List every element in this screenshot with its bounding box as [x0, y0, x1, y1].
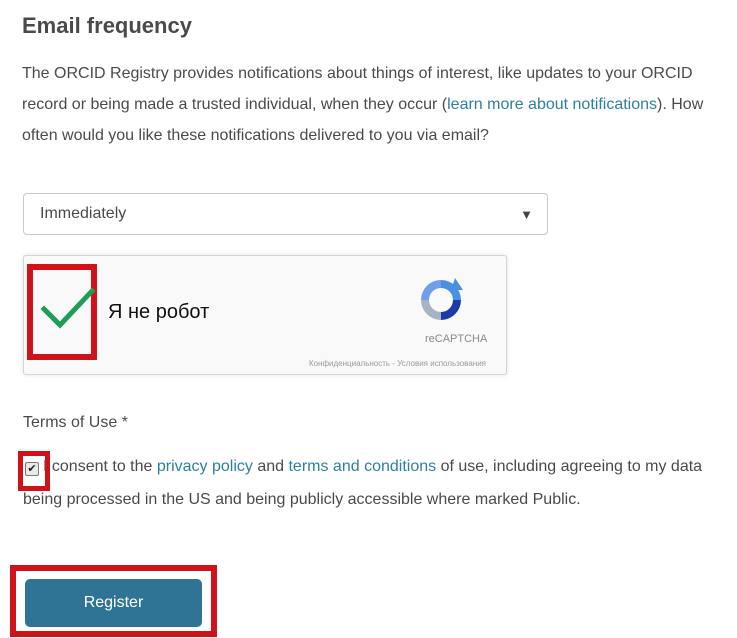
consent-text-start: I consent to the: [43, 458, 157, 475]
recaptcha-links: Конфиденциальность - Условия использован…: [150, 359, 486, 368]
email-frequency-heading: Email frequency: [22, 13, 192, 38]
register-button[interactable]: Register: [25, 579, 202, 627]
terms-and-conditions-link[interactable]: terms and conditions: [288, 458, 436, 475]
email-frequency-select[interactable]: Immediately ▼: [23, 193, 548, 235]
terms-of-use-label: Terms of Use *: [23, 414, 128, 431]
recaptcha-logo-icon: [421, 278, 463, 320]
terms-checkbox[interactable]: ✔: [25, 462, 39, 476]
check-icon[interactable]: [38, 283, 98, 333]
recaptcha-label: Я не робот: [108, 301, 210, 323]
recaptcha-privacy-link[interactable]: Конфиденциальность: [309, 359, 390, 368]
learn-more-link[interactable]: learn more about notifications: [447, 96, 657, 113]
consent-text: I consent to the privacy policy and term…: [23, 450, 723, 516]
recaptcha-brand: reCAPTCHA: [425, 333, 488, 345]
consent-and-text: and: [252, 458, 289, 475]
recaptcha-terms-link[interactable]: Условия использования: [397, 359, 486, 368]
privacy-policy-link[interactable]: privacy policy: [157, 458, 253, 475]
caret-down-icon: ▼: [520, 206, 533, 222]
email-frequency-description: The ORCID Registry provides notification…: [22, 58, 728, 151]
select-value: Immediately: [40, 205, 127, 222]
